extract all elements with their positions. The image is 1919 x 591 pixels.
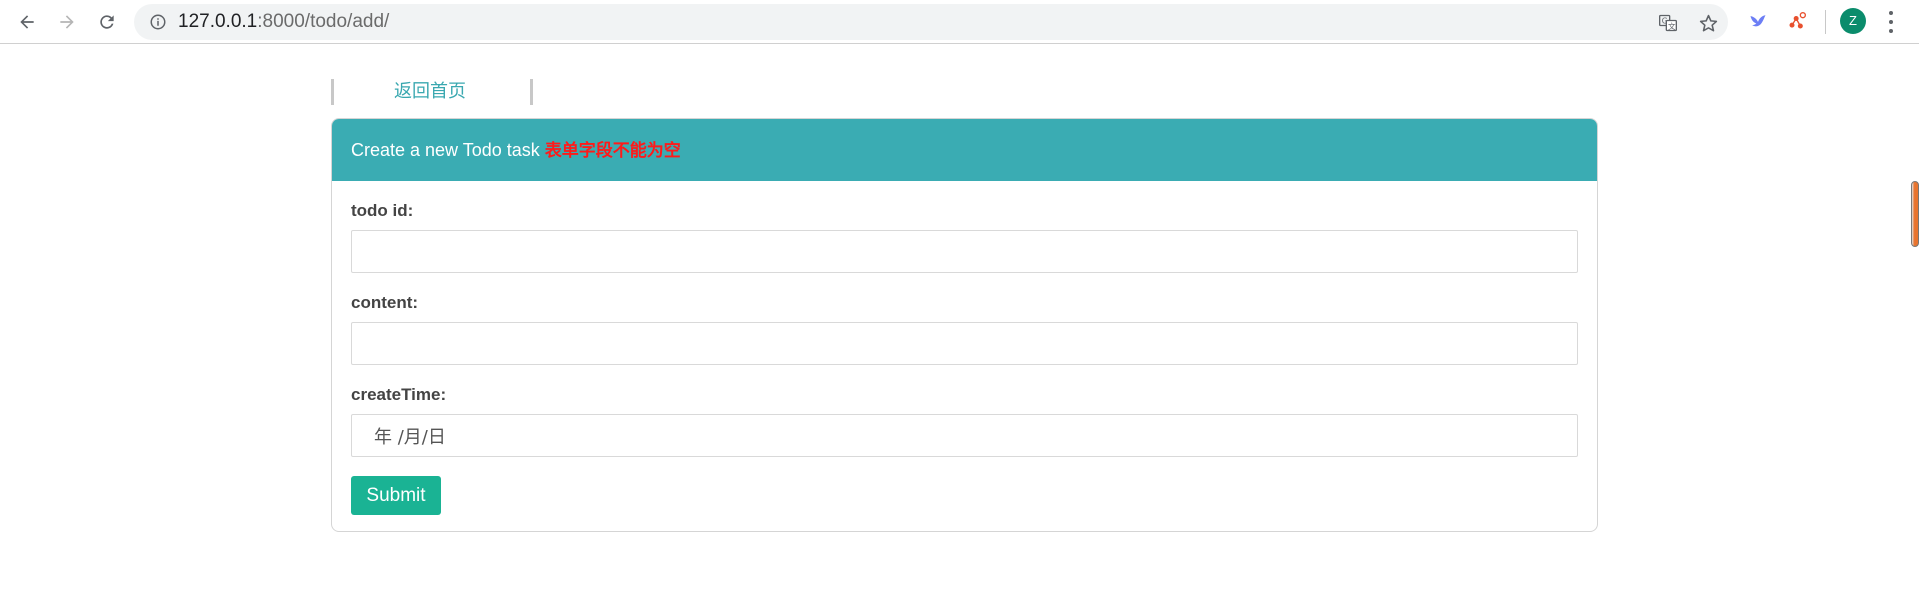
panel-header: Create a new Todo task 表单字段不能为空 (332, 119, 1597, 181)
bird-extension-icon[interactable] (1746, 9, 1770, 33)
todo-id-input[interactable] (351, 230, 1578, 273)
forward-arrow-icon[interactable] (52, 7, 82, 37)
address-bar[interactable]: 127.0.0.1:8000/todo/add/ G 文 (134, 4, 1728, 40)
content-input[interactable] (351, 322, 1578, 365)
top-nav: 返回首页 (331, 79, 533, 105)
info-icon[interactable] (149, 13, 167, 31)
scrollbar-thumb[interactable] (1911, 181, 1919, 247)
browser-toolbar: 127.0.0.1:8000/todo/add/ G 文 Z (0, 0, 1919, 44)
validation-warning: 表单字段不能为空 (544, 141, 681, 161)
translate-icon[interactable]: G 文 (1657, 12, 1679, 34)
toolbar-divider (1825, 10, 1826, 34)
create-time-date-input[interactable] (351, 414, 1578, 457)
profile-avatar[interactable]: Z (1840, 8, 1866, 34)
url-host: 127.0.0.1 (178, 11, 258, 32)
submit-button[interactable]: Submit (351, 476, 441, 515)
panel-body: todo id: content: createTime: Submit (332, 201, 1597, 515)
create-time-label: createTime: (351, 385, 447, 404)
url-text[interactable]: 127.0.0.1:8000/todo/add/ (178, 4, 389, 40)
reload-icon[interactable] (92, 7, 122, 37)
url-path: :8000/todo/add/ (257, 11, 390, 32)
star-icon[interactable] (1697, 12, 1719, 34)
kebab-menu-icon[interactable] (1884, 9, 1898, 35)
back-arrow-icon[interactable] (12, 7, 42, 37)
svg-text:文: 文 (1668, 21, 1676, 31)
network-extension-icon[interactable] (1785, 9, 1809, 33)
home-link[interactable]: 返回首页 (334, 79, 530, 105)
todo-form-panel: Create a new Todo task 表单字段不能为空 todo id:… (331, 118, 1598, 532)
content-label: content: (351, 293, 419, 312)
panel-title: Create a new Todo task (351, 140, 545, 160)
todo-id-label: todo id: (351, 201, 414, 220)
